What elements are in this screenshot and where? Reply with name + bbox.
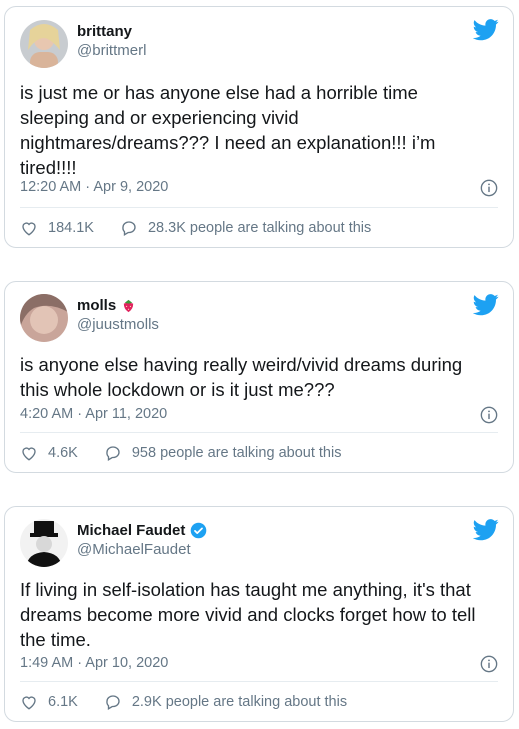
like-count: 6.1K: [48, 694, 78, 710]
username-handle[interactable]: @juustmolls: [77, 315, 159, 335]
display-name[interactable]: molls: [77, 296, 159, 315]
speech-bubble-icon: [106, 446, 120, 461]
like-count: 4.6K: [48, 445, 78, 461]
timestamp[interactable]: 12:20 AM · Apr 9, 2020: [20, 179, 168, 195]
talking-count: 28.3K people are talking about this: [147, 220, 372, 236]
like-button[interactable]: 6.1K: [20, 693, 78, 711]
action-bar: 6.1K 2.9K people are talking about this: [20, 693, 498, 711]
reply-button[interactable]: 2.9K people are talking about this: [104, 693, 347, 711]
avatar[interactable]: [20, 294, 68, 342]
display-name[interactable]: brittany: [77, 22, 146, 41]
talking-count: 2.9K people are talking about this: [131, 694, 348, 710]
tweet-card[interactable]: molls @juustmolls is anyone else having …: [4, 281, 514, 473]
info-icon[interactable]: [480, 406, 498, 424]
twitter-bird-icon[interactable]: [473, 519, 499, 541]
reply-button[interactable]: 958 people are talking about this: [104, 444, 342, 462]
twitter-bird-icon[interactable]: [473, 294, 499, 316]
divider: [20, 681, 498, 682]
twitter-bird-icon[interactable]: [473, 19, 499, 41]
like-count: 184.1K: [48, 220, 94, 236]
info-icon[interactable]: [480, 655, 498, 673]
like-button[interactable]: 4.6K: [20, 444, 78, 462]
tweet-text: If living in self-isolation has taught m…: [20, 579, 476, 650]
action-bar: 184.1K 28.3K people are talking about th…: [20, 219, 498, 237]
avatar[interactable]: [20, 20, 68, 68]
action-bar: 4.6K 958 people are talking about this: [20, 444, 498, 462]
divider: [20, 432, 498, 433]
strawberry-icon: [124, 299, 134, 313]
avatar[interactable]: [20, 519, 68, 567]
speech-bubble-icon: [122, 221, 136, 236]
username-handle[interactable]: @MichaelFaudet: [77, 540, 207, 560]
verified-badge-icon: [191, 522, 207, 539]
info-icon[interactable]: [480, 179, 498, 197]
tweet-text: is anyone else having really weird/vivid…: [20, 354, 463, 400]
heart-icon: [22, 222, 36, 236]
reply-button[interactable]: 28.3K people are talking about this: [120, 219, 371, 237]
timestamp[interactable]: 1:49 AM · Apr 10, 2020: [20, 655, 168, 671]
username-handle[interactable]: @brittmerl: [77, 41, 146, 61]
heart-icon: [22, 447, 36, 461]
tweet-card[interactable]: brittany @brittmerl is just me or has an…: [4, 6, 514, 248]
talking-count: 958 people are talking about this: [131, 445, 342, 461]
tweet-text: is just me or has anyone else had a horr…: [20, 82, 436, 178]
timestamp[interactable]: 4:20 AM · Apr 11, 2020: [20, 406, 167, 422]
display-name[interactable]: Michael Faudet: [77, 521, 207, 540]
like-button[interactable]: 184.1K: [20, 219, 94, 237]
heart-icon: [22, 696, 36, 710]
speech-bubble-icon: [106, 695, 120, 710]
divider: [20, 207, 498, 208]
tweet-card[interactable]: Michael Faudet @MichaelFaudet If living …: [4, 506, 514, 722]
